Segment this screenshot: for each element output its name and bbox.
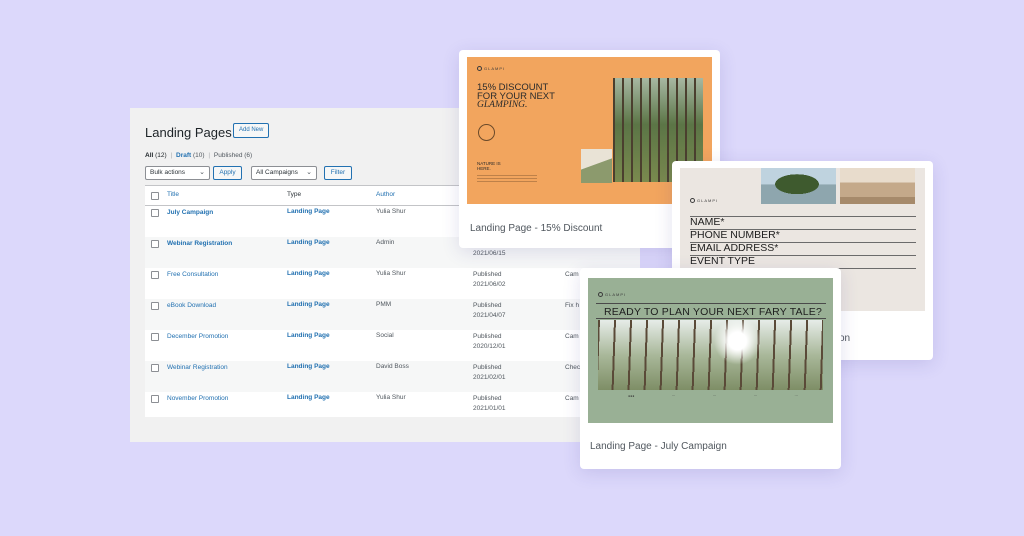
bulk-actions-select[interactable]: Bulk actions ⌄ [145,166,210,180]
form-field-label: EVENT TYPE [690,255,916,269]
row-type: Landing Page [287,332,330,339]
glampi-logo: GLAMPI [598,292,626,298]
nature-text: NATURE IS HERE. [477,161,501,171]
row-title-link[interactable]: July Campaign [167,208,213,218]
row-date: 2021/02/01 [473,374,506,381]
row-checkbox[interactable] [151,333,159,341]
form-field-label: PHONE NUMBER* [690,229,916,243]
card-label-july: Landing Page - July Campaign [590,441,727,452]
chevron-down-icon: ⌄ [306,169,312,176]
form-field-label: NAME* [690,216,916,230]
fine-print-lines [477,175,537,187]
row-type: Landing Page [287,239,330,246]
july-preview-image: GLAMPI READY TO PLAN YOUR NEXT FARY TALE… [588,278,833,423]
row-checkbox[interactable] [151,271,159,279]
row-author: Social [376,332,394,339]
row-campaign: Cam [565,395,579,402]
row-status: Published [473,395,502,402]
row-title-link[interactable]: November Promotion [167,394,228,404]
row-checkbox[interactable] [151,302,159,310]
row-title-link[interactable]: Webinar Registration [167,239,232,249]
row-type: Landing Page [287,301,330,308]
glampi-logo: GLAMPI [690,198,718,204]
row-author: Yulia Shur [376,394,406,401]
row-checkbox[interactable] [151,209,159,217]
row-author: Yulia Shur [376,208,406,215]
column-type: Type [287,191,302,198]
tent-photo [581,149,612,183]
campaigns-select[interactable]: All Campaigns ⌄ [251,166,317,180]
status-filters: All (12) | Draft (10) | Published (6) [145,152,253,159]
row-type: Landing Page [287,208,330,215]
filter-published[interactable]: Published (6) [214,152,252,159]
filter-draft[interactable]: Draft (10) [176,152,205,159]
forest-sun-photo [598,320,823,390]
column-title[interactable]: Title [167,191,179,198]
table-row: November Promotion Landing Page Yulia Shur… [145,392,640,417]
row-date: 2021/06/02 [473,281,506,288]
row-campaign: Fix h [565,302,580,309]
page-title: Landing Pages [145,125,232,140]
column-author[interactable]: Author [376,191,395,198]
preview-card-july[interactable]: GLAMPI READY TO PLAN YOUR NEXT FARY TALE… [580,268,841,469]
divider [596,318,826,319]
row-author: Yulia Shur [376,270,406,277]
table-row: Free Consultation Landing Page Yulia Shur P… [145,268,640,299]
row-date: 2021/01/01 [473,405,506,412]
row-title-link[interactable]: Free Consultation [167,270,218,280]
table-row: Webinar Registration Landing Page David Bo… [145,361,640,392]
row-type: Landing Page [287,363,330,370]
interior-photo [840,168,915,204]
row-author: David Boss [376,363,409,370]
chevron-down-icon: ⌄ [199,169,205,176]
glampi-logo: GLAMPI [477,66,505,72]
row-campaign: Cam [565,271,579,278]
row-date: 2021/06/15 [473,250,506,257]
july-headline: READY TO PLAN YOUR NEXT FARY TALE? [603,306,823,318]
lake-photo [761,168,836,204]
divider [596,303,826,304]
row-campaign: Cam [565,333,579,340]
row-type: Landing Page [287,270,330,277]
row-checkbox[interactable] [151,395,159,403]
table-row: December Promotion Landing Page Social Publ… [145,330,640,361]
row-title-link[interactable]: December Promotion [167,332,228,342]
filter-button[interactable]: Filter [324,166,352,180]
footer-nav: ●●● ··· ··· ··· ··· [628,394,798,398]
table-row: eBook Download Landing Page PMM Published 20… [145,299,640,330]
row-date: 2020/12/01 [473,343,506,350]
row-status: Published [473,302,502,309]
row-author: Admin [376,239,395,246]
row-checkbox[interactable] [151,364,159,372]
row-date: 2021/04/07 [473,312,506,319]
row-status: Published [473,271,502,278]
row-type: Landing Page [287,394,330,401]
filter-all[interactable]: All (12) [145,152,167,159]
row-campaign: Chec [565,364,581,371]
form-field-label: EMAIL ADDRESS* [690,242,916,256]
row-status: Published [473,364,502,371]
select-all-checkbox[interactable] [151,192,159,200]
card-label-discount: Landing Page - 15% Discount [470,223,603,234]
row-checkbox[interactable] [151,240,159,248]
discount-headline: 15% DISCOUNT FOR YOUR NEXT GLAMPING. [477,82,555,110]
seal-icon [478,124,495,141]
row-title-link[interactable]: Webinar Registration [167,363,228,373]
row-title-link[interactable]: eBook Download [167,301,216,311]
apply-button[interactable]: Apply [213,166,242,180]
row-status: Published [473,333,502,340]
row-author: PMM [376,301,392,308]
add-new-button[interactable]: Add New [233,123,270,138]
